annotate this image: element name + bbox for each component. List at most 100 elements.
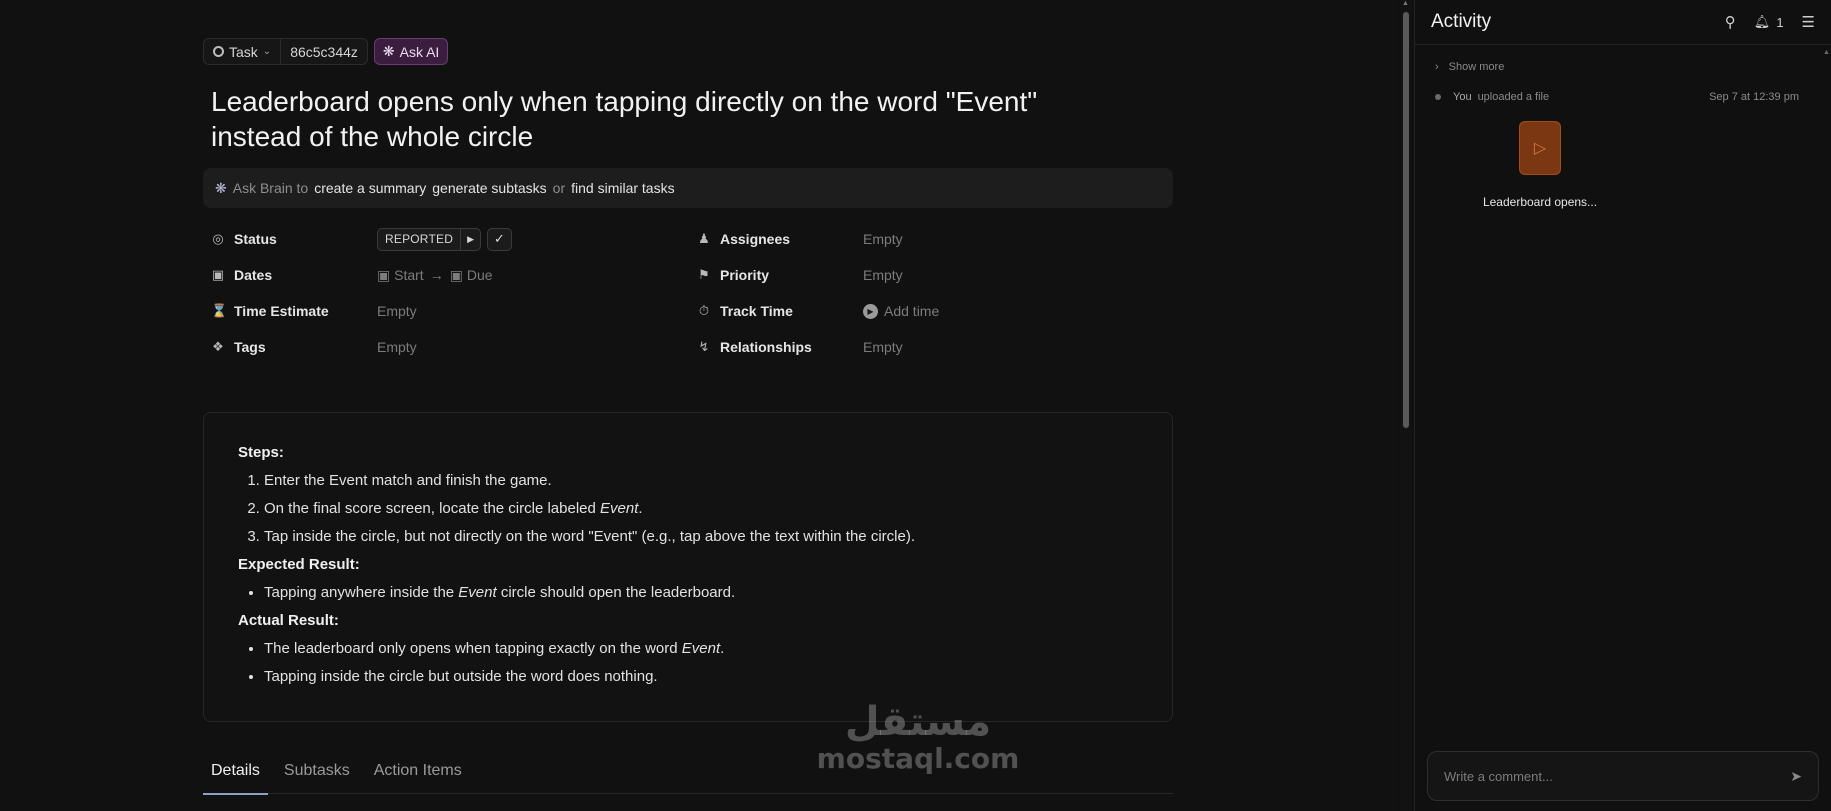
track-time-value[interactable]: ▶ Add time — [863, 303, 939, 319]
track-time-label: Track Time — [720, 303, 793, 319]
task-title[interactable]: Leaderboard opens only when tapping dire… — [211, 84, 1111, 154]
main-scrollbar-thumb[interactable] — [1403, 12, 1409, 428]
assignees-label-wrap: ♟ Assignees — [697, 231, 863, 247]
assignees-value[interactable]: Empty — [863, 231, 903, 247]
activity-text: uploaded a file — [1477, 91, 1550, 103]
due-date-button[interactable]: ▣ Due — [450, 267, 493, 284]
tag-icon: ❖ — [212, 339, 224, 354]
expected-heading: Expected Result: — [238, 556, 360, 573]
attachment-card[interactable]: ▷ Leaderboard opens... — [1475, 121, 1605, 209]
caret-right-icon[interactable]: ▶ — [460, 228, 480, 250]
activity-bullet — [1435, 94, 1441, 100]
tags-label: Tags — [234, 339, 266, 355]
scroll-up-icon[interactable]: ▲ — [1402, 0, 1409, 7]
relationships-label-wrap: ↯ Relationships — [697, 339, 863, 355]
actual1-emphasis: Event — [681, 640, 721, 657]
list-item: On the final score screen, locate the ci… — [264, 495, 1138, 523]
actual1-post: . — [720, 640, 725, 657]
property-assignees: ♟ Assignees Empty — [689, 228, 1173, 250]
watermark-arabic: مستقل — [844, 699, 992, 745]
actual1-pre: The leaderboard only opens when tapping … — [264, 640, 682, 657]
app-window: Task ⌄ 86c5c344z ❋ Ask AI Leaderboard op… — [0, 0, 1831, 811]
list-item: Tapping anywhere inside the Event circle… — [264, 579, 1138, 607]
activity-title: Activity — [1431, 11, 1492, 32]
start-date-label: Start — [394, 266, 424, 283]
task-content: Task ⌄ 86c5c344z ❋ Ask AI Leaderboard op… — [203, 38, 1173, 795]
chevron-down-icon: ⌄ — [262, 46, 272, 57]
relationship-icon: ↯ — [698, 339, 710, 354]
time-estimate-label-wrap: ⌛ Time Estimate — [211, 303, 377, 319]
steps-heading: Steps: — [238, 444, 284, 461]
task-type-label: Task — [229, 43, 258, 60]
create-summary-link[interactable]: create a summary — [314, 180, 426, 196]
step2-text: On the final score screen, locate the ci… — [264, 500, 601, 517]
show-more-label: Show more — [1448, 61, 1505, 73]
priority-value[interactable]: Empty — [863, 267, 903, 283]
check-icon: ✓ — [494, 231, 505, 246]
start-date-button[interactable]: ▣ Start — [377, 267, 424, 284]
property-relationships: ↯ Relationships Empty — [689, 336, 1173, 358]
assignees-label: Assignees — [720, 231, 791, 247]
watermark: مستقل mostaql.com — [808, 700, 1028, 774]
find-similar-tasks-link[interactable]: find similar tasks — [571, 180, 674, 196]
dates-label: Dates — [234, 267, 273, 283]
user-icon: ♟ — [698, 231, 710, 246]
task-breadcrumb: Task ⌄ 86c5c344z — [203, 38, 368, 65]
tags-value[interactable]: Empty — [377, 339, 417, 355]
ask-ai-button[interactable]: ❋ Ask AI — [373, 38, 449, 65]
generate-subtasks-link[interactable]: generate subtasks — [432, 180, 546, 196]
task-main-panel: Task ⌄ 86c5c344z ❋ Ask AI Leaderboard op… — [0, 0, 1398, 811]
show-more-button[interactable]: › Show more — [1435, 57, 1811, 77]
task-type-icon — [213, 46, 224, 57]
comment-input[interactable]: Write a comment... ➤ — [1427, 751, 1819, 801]
dates-value: ▣ Start → ▣ Due — [377, 267, 493, 284]
status-dropdown[interactable]: REPORTED ▶ — [377, 227, 481, 251]
list-item: Enter the Event match and finish the gam… — [264, 467, 1138, 495]
activity-actor: You — [1453, 91, 1472, 103]
activity-header: Activity ⚲ 🔔︎ 1 ☰ — [1415, 0, 1831, 45]
tags-label-wrap: ❖ Tags — [211, 339, 377, 355]
scroll-up-icon[interactable]: ▲ — [1823, 49, 1830, 57]
list-item: Tapping inside the circle but outside th… — [264, 663, 1138, 691]
calendar-small-icon: ▣ — [377, 266, 391, 283]
status-text: REPORTED — [385, 232, 454, 246]
tab-subtasks[interactable]: Subtasks — [276, 748, 358, 794]
activity-time: Sep 7 at 12:39 pm — [1709, 91, 1799, 103]
ask-brain-bar: ❋ Ask Brain to create a summary generate… — [203, 168, 1173, 208]
target-icon: ◎ — [212, 231, 224, 246]
calendar-small-icon: ▣ — [449, 266, 463, 283]
step2-tail: . — [638, 500, 643, 517]
notifications-button[interactable]: 🔔︎ 1 — [1754, 14, 1784, 30]
dates-label-wrap: ▣ Dates — [211, 267, 377, 283]
activity-scrollbar[interactable]: ▲ — [1821, 45, 1831, 751]
search-icon[interactable]: ⚲ — [1725, 13, 1736, 31]
filter-icon[interactable]: ☰ — [1802, 13, 1815, 31]
task-type-dropdown[interactable]: Task ⌄ — [204, 39, 280, 64]
flag-icon: ⚑ — [698, 267, 710, 282]
task-id-button[interactable]: 86c5c344z — [280, 39, 367, 64]
arrow-right-icon: → — [429, 267, 444, 283]
property-track-time: ⏱ Track Time ▶ Add time — [689, 300, 1173, 322]
relationships-label: Relationships — [720, 339, 812, 355]
hourglass-icon: ⌛ — [211, 303, 228, 318]
tab-details[interactable]: Details — [203, 748, 268, 795]
status-label: Status — [234, 231, 277, 247]
list-item: Tap inside the circle, but not directly … — [264, 523, 1138, 551]
property-dates: ▣ Dates ▣ Start → ▣ Due — [203, 264, 689, 286]
relationships-value[interactable]: Empty — [863, 339, 903, 355]
complete-check-button[interactable]: ✓ — [486, 227, 512, 251]
play-icon: ▶ — [863, 303, 878, 319]
expected-emphasis: Event — [458, 584, 497, 601]
time-estimate-value[interactable]: Empty — [377, 303, 417, 319]
bell-icon: 🔔︎ — [1753, 14, 1771, 29]
send-icon[interactable]: ➤ — [1790, 768, 1802, 785]
ask-brain-separator: or — [552, 180, 566, 196]
task-id-label: 86c5c344z — [290, 43, 358, 60]
task-topbar: Task ⌄ 86c5c344z ❋ Ask AI — [203, 38, 1173, 65]
time-estimate-label: Time Estimate — [234, 303, 329, 319]
expected-list: Tapping anywhere inside the Event circle… — [238, 579, 1138, 607]
main-scrollbar[interactable]: ▲ — [1400, 0, 1412, 811]
task-description[interactable]: Steps: Enter the Event match and finish … — [203, 412, 1173, 722]
due-date-label: Due — [466, 266, 493, 283]
tab-action-items[interactable]: Action Items — [366, 748, 470, 794]
